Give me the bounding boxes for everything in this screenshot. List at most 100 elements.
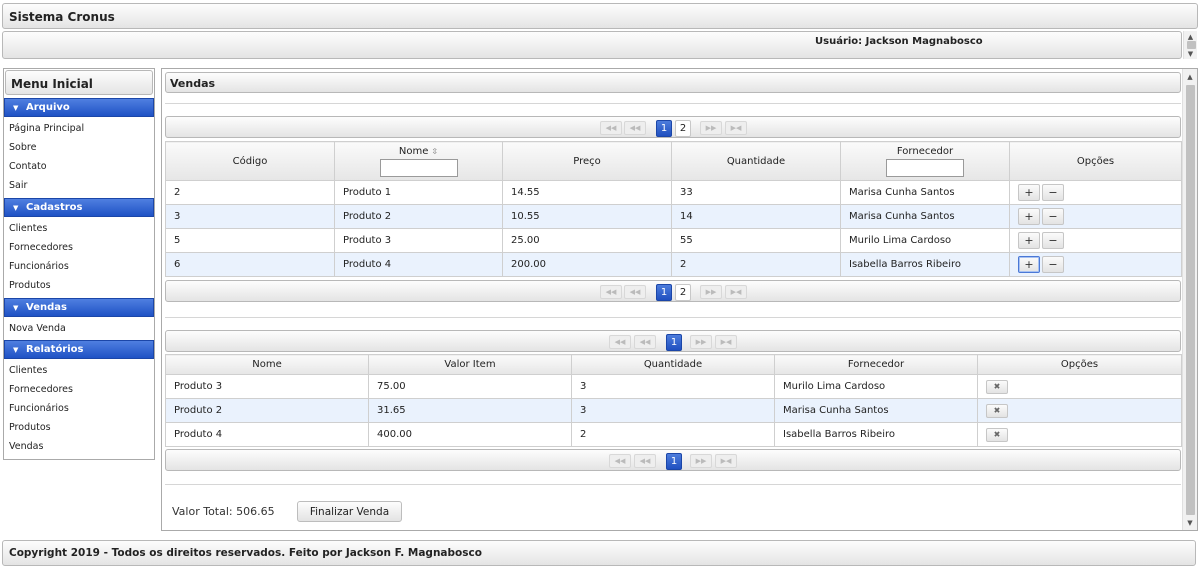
scroll-up-icon[interactable]: ▲ <box>1183 73 1197 81</box>
cart-paginator-bottom: ◀◀ ◀◀ 1 ▶▶ ▶◀ <box>165 449 1181 471</box>
products-paginator-top: ◀◀ ◀◀ 1 2 ▶▶ ▶◀ <box>165 116 1181 138</box>
menu-item-nova-venda[interactable]: Nova Venda <box>9 323 66 334</box>
col-quantidade[interactable]: Quantidade <box>671 141 841 181</box>
table-row[interactable]: 2 Produto 1 14.55 33 Marisa Cunha Santos… <box>165 180 1182 205</box>
cell-codigo: 6 <box>165 252 335 277</box>
panel-scrollbar[interactable]: ▲ ▼ <box>1182 69 1197 530</box>
prev-page-icon[interactable]: ◀◀ <box>634 454 656 468</box>
prev-page-icon[interactable]: ◀◀ <box>634 335 656 349</box>
finalizar-venda-button[interactable]: Finalizar Venda <box>297 501 402 522</box>
add-item-button[interactable]: + <box>1018 256 1040 273</box>
page-1-button[interactable]: 1 <box>656 120 672 137</box>
col-preco[interactable]: Preço <box>502 141 672 181</box>
col-codigo[interactable]: Código <box>165 141 335 181</box>
divider <box>165 103 1181 104</box>
menu-item-rel-produtos[interactable]: Produtos <box>9 422 51 433</box>
remove-item-button[interactable]: − <box>1042 208 1064 225</box>
table-row[interactable]: 6 Produto 4 200.00 2 Isabella Barros Rib… <box>165 252 1182 277</box>
table-row[interactable]: 5 Produto 3 25.00 55 Murilo Lima Cardoso… <box>165 228 1182 253</box>
cell-opcoes: + − <box>1009 180 1182 205</box>
menu-group-relatorios[interactable]: ▼ Relatórios <box>4 340 154 359</box>
col-nome[interactable]: Nome ⇳ <box>334 141 503 181</box>
total-value: 506.65 <box>236 505 275 518</box>
menu-item-fornecedores[interactable]: Fornecedores <box>9 242 73 253</box>
cell-fornecedor: Isabella Barros Ribeiro <box>840 252 1010 277</box>
menu-item-sobre[interactable]: Sobre <box>9 142 36 153</box>
cell-nome: Produto 3 <box>165 374 369 399</box>
menu-item-produtos[interactable]: Produtos <box>9 280 51 291</box>
triangle-down-icon: ▼ <box>13 346 19 354</box>
first-page-icon[interactable]: ◀◀ <box>609 454 631 468</box>
cell-opcoes: + − <box>1009 252 1182 277</box>
cell-valor: 31.65 <box>368 398 572 423</box>
table-row[interactable]: 3 Produto 2 10.55 14 Marisa Cunha Santos… <box>165 204 1182 229</box>
menu-item-rel-funcionarios[interactable]: Funcionários <box>9 403 69 414</box>
menu-item-rel-clientes[interactable]: Clientes <box>9 365 47 376</box>
first-page-icon[interactable]: ◀◀ <box>600 285 622 299</box>
cell-fornecedor: Murilo Lima Cardoso <box>840 228 1010 253</box>
add-item-button[interactable]: + <box>1018 232 1040 249</box>
cell-codigo: 2 <box>165 180 335 205</box>
page-2-button[interactable]: 2 <box>675 120 691 137</box>
last-page-icon[interactable]: ▶◀ <box>715 335 737 349</box>
menu-item-rel-fornecedores[interactable]: Fornecedores <box>9 384 73 395</box>
cell-opcoes: ✖ <box>977 398 1182 423</box>
remove-item-button[interactable]: − <box>1042 184 1064 201</box>
cell-opcoes: + − <box>1009 204 1182 229</box>
cell-quantidade: 14 <box>671 204 841 229</box>
last-page-icon[interactable]: ▶◀ <box>725 285 747 299</box>
sort-icon[interactable]: ⇳ <box>431 147 438 156</box>
nome-filter-input[interactable] <box>379 158 458 177</box>
delete-item-button[interactable]: ✖ <box>986 379 1008 394</box>
table-row[interactable]: Produto 2 31.65 3 Marisa Cunha Santos ✖ <box>165 398 1182 423</box>
scroll-down-icon[interactable]: ▼ <box>1183 519 1197 527</box>
last-page-icon[interactable]: ▶◀ <box>715 454 737 468</box>
add-item-button[interactable]: + <box>1018 208 1040 225</box>
col-fornecedor[interactable]: Fornecedor <box>840 141 1010 181</box>
col-nome: Nome <box>165 354 369 375</box>
prev-page-icon[interactable]: ◀◀ <box>624 285 646 299</box>
header-scrollbar[interactable]: ▲ ▼ <box>1183 31 1197 59</box>
delete-item-button[interactable]: ✖ <box>986 403 1008 418</box>
scroll-up-icon[interactable]: ▲ <box>1184 33 1197 41</box>
first-page-icon[interactable]: ◀◀ <box>609 335 631 349</box>
col-opcoes: Opções <box>1009 141 1182 181</box>
last-page-icon[interactable]: ▶◀ <box>725 121 747 135</box>
menu-item-rel-vendas[interactable]: Vendas <box>9 441 43 452</box>
menu-title-bar: Menu Inicial <box>5 70 153 95</box>
page-2-button[interactable]: 2 <box>675 284 691 301</box>
fornecedor-filter-input[interactable] <box>886 158 964 177</box>
next-page-icon[interactable]: ▶▶ <box>690 335 712 349</box>
page-1-button[interactable]: 1 <box>666 453 682 470</box>
table-row[interactable]: Produto 3 75.00 3 Murilo Lima Cardoso ✖ <box>165 374 1182 399</box>
first-page-icon[interactable]: ◀◀ <box>600 121 622 135</box>
menu-item-contato[interactable]: Contato <box>9 161 47 172</box>
vendas-title-bar: Vendas <box>165 72 1181 93</box>
menu-item-sair[interactable]: Sair <box>9 180 27 191</box>
menu-group-arquivo[interactable]: ▼ Arquivo <box>4 98 154 117</box>
prev-page-icon[interactable]: ◀◀ <box>624 121 646 135</box>
app-title: Sistema Cronus <box>9 10 115 24</box>
cell-fornecedor: Marisa Cunha Santos <box>840 180 1010 205</box>
table-row[interactable]: Produto 4 400.00 2 Isabella Barros Ribei… <box>165 422 1182 447</box>
scroll-down-icon[interactable]: ▼ <box>1184 50 1197 58</box>
remove-item-button[interactable]: − <box>1042 232 1064 249</box>
page-1-button[interactable]: 1 <box>656 284 672 301</box>
menu-group-vendas[interactable]: ▼ Vendas <box>4 298 154 317</box>
cell-opcoes: + − <box>1009 228 1182 253</box>
cart-paginator-top: ◀◀ ◀◀ 1 ▶▶ ▶◀ <box>165 330 1181 352</box>
page-1-button[interactable]: 1 <box>666 334 682 351</box>
delete-item-button[interactable]: ✖ <box>986 427 1008 442</box>
remove-item-button[interactable]: − <box>1042 256 1064 273</box>
menu-item-pagina-principal[interactable]: Página Principal <box>9 123 84 134</box>
next-page-icon[interactable]: ▶▶ <box>700 285 722 299</box>
scroll-thumb[interactable] <box>1187 41 1196 49</box>
cell-nome: Produto 2 <box>165 398 369 423</box>
menu-group-cadastros[interactable]: ▼ Cadastros <box>4 198 154 217</box>
next-page-icon[interactable]: ▶▶ <box>690 454 712 468</box>
menu-item-clientes[interactable]: Clientes <box>9 223 47 234</box>
scroll-thumb[interactable] <box>1186 85 1195 515</box>
next-page-icon[interactable]: ▶▶ <box>700 121 722 135</box>
menu-item-funcionarios[interactable]: Funcionários <box>9 261 69 272</box>
add-item-button[interactable]: + <box>1018 184 1040 201</box>
